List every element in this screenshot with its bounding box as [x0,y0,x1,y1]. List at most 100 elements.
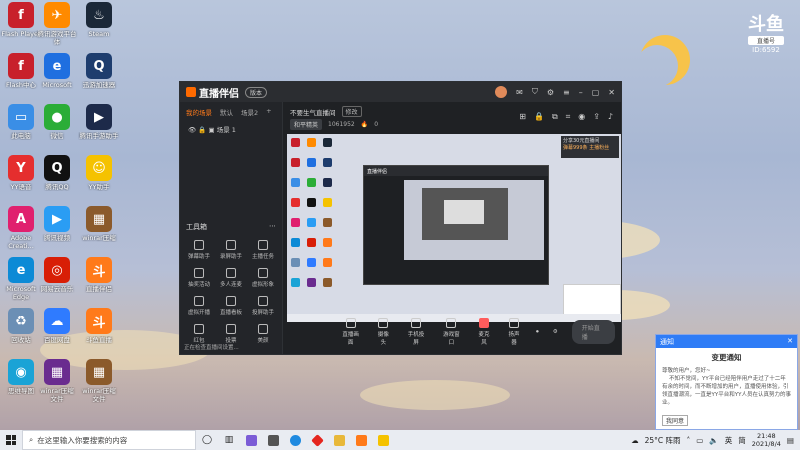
clock[interactable]: 21:48 2021/8/4 [752,432,781,448]
ime-language[interactable]: 英 [725,435,733,446]
tool-item[interactable]: 投屏助手 [247,296,279,316]
tab-scene-1[interactable]: 默认 [220,107,233,117]
version-badge[interactable]: 版本 [245,86,268,98]
lock-icon[interactable]: 🔒 [534,112,544,122]
desktop-icon[interactable]: ☁ 百度网盘 [36,308,78,344]
app-icon: ▦ [86,359,112,385]
source-window-button[interactable]: 游戏窗口 [441,318,462,346]
notification-center-icon[interactable]: ▤ [787,436,794,445]
desktop-icon[interactable]: ● 微信 [36,104,78,140]
agree-button[interactable]: 我同意 [662,415,689,426]
tool-icon [258,296,268,306]
mic-button[interactable]: 麦克风 [476,318,492,346]
share-icon[interactable]: ⇪ [593,112,600,122]
mic-icon [478,318,489,328]
search-box[interactable]: ⌕ 在这里输入你要搜索的内容 [22,430,196,450]
desktop-icon[interactable]: 斗直播伴侣 [78,257,120,293]
tool-item[interactable]: 虚拟开播 [183,296,215,316]
desktop-icon[interactable]: e Microsoft [36,53,78,89]
tool-item[interactable]: 多人连麦 [215,268,247,288]
tool-item[interactable]: 虚拟形象 [247,268,279,288]
app-icon: e [8,257,34,283]
bell-icon[interactable]: ♪ [608,112,613,122]
desktop-icon[interactable]: ▦ winrar压缩 文件 [78,359,120,403]
shirt-icon[interactable]: ⛉ [532,87,538,97]
nested-app-window: 直播伴侣 [363,165,549,285]
avatar[interactable] [495,86,508,98]
desktop-icon[interactable]: Q 迅游加速器 [78,53,120,89]
source-phone-button[interactable]: 手机投屏 [405,318,426,346]
app-icon: ☁ [44,308,70,334]
eye-icon[interactable]: ◉ [578,112,585,122]
start-button[interactable] [0,430,22,450]
crop-icon[interactable]: ⌗ [566,112,571,122]
weather-text[interactable]: 25°C 阵雨 [645,435,681,446]
desktop-icon[interactable]: ☺ YY助手 [78,155,120,191]
taskbar-app-7[interactable] [372,430,394,450]
taskbar-app-5[interactable] [328,430,350,450]
tool-item[interactable]: 红包 [183,324,215,344]
edit-room-button[interactable]: 修改 [341,106,362,117]
desktop-icon[interactable]: Q 腾讯QQ [36,155,78,191]
minimize-icon[interactable]: – [579,88,583,97]
close-icon[interactable]: ✕ [787,337,793,346]
ime-mode[interactable]: 简 [738,435,746,446]
task-view-icon[interactable]: ▥ [218,430,240,450]
live-preview-canvas[interactable]: 分享30元直播间 弹幕999条 主播粉丝 直播伴侣 [287,134,621,322]
heat-count: 0 [374,121,379,128]
scene-item[interactable]: 👁 🔒 ▣ 场景 1 [180,122,282,136]
settings-icon[interactable]: ⚙ [553,329,558,335]
desktop-icon[interactable]: ▶ 腾讯视频 [36,206,78,242]
taskbar-app-6[interactable] [350,430,372,450]
record-icon[interactable]: ⏺ [536,329,539,336]
settings-icon[interactable]: ⚙ [547,88,554,97]
source-camera-button[interactable]: 摄像头 [375,318,391,346]
taskbar-app-3[interactable] [284,430,306,450]
tab-scene-0[interactable]: 我的场景 [186,107,212,117]
speaker-button[interactable]: 扬声器 [506,318,522,346]
category-badge[interactable]: 和平精英 [290,119,323,130]
tool-item[interactable]: 投票 [215,324,247,344]
taskbar-app-2[interactable] [262,430,284,450]
add-scene-icon[interactable]: + [266,107,271,117]
desktop-icon-label: 百度网盘 [44,336,70,344]
source-screen-label: 直播画面 [342,332,359,346]
network-icon[interactable]: ▭ [696,436,703,445]
desktop-icon-label: 腾讯手游助手 [79,132,119,140]
tool-item[interactable]: 录屏助手 [215,240,247,260]
desktop-icon[interactable]: ♨ Steam [78,2,120,38]
preview-desktop-icon [307,158,316,167]
tool-item[interactable]: 直播看板 [215,296,247,316]
app-icon: 斗 [86,308,112,334]
desktop-icon[interactable]: ▦ winrar压缩 [78,206,120,242]
menu-icon[interactable]: ≡ [563,88,570,97]
tool-label: 录屏助手 [219,254,242,260]
preview-desktop-icon [291,238,300,247]
tool-item[interactable]: 主播任务 [247,240,279,260]
desktop-icon[interactable]: ▶ 腾讯手游助手 [78,104,120,140]
close-icon[interactable]: ✕ [608,88,615,97]
desktop-icon[interactable]: ▦ winrar压缩 文件 [36,359,78,403]
tool-item[interactable]: 美颜 [247,324,279,344]
start-live-button[interactable]: 开始直播 [571,320,615,344]
cortana-icon[interactable]: ◯ [196,430,218,450]
tool-item[interactable]: 抽奖活动 [183,268,215,288]
copy-icon[interactable]: ⧉ [552,112,558,122]
maximize-icon[interactable]: ▢ [592,88,600,97]
desktop-icon[interactable]: ◎ 网易云音乐 [36,257,78,293]
tool-item[interactable]: 弹幕助手 [183,240,215,260]
mail-icon[interactable]: ✉ [516,88,523,97]
source-screen-button[interactable]: 直播画面 [340,318,361,346]
chevron-up-icon[interactable]: ˄ [687,436,691,445]
taskbar-app-4[interactable] [306,430,328,450]
cloud [360,380,510,410]
tab-scene-2[interactable]: 场景2 [241,107,258,117]
desktop-icon[interactable]: ✈ 腾讯游戏平台 体 [36,2,78,46]
desktop-icon-label: winrar压缩 [82,234,116,242]
desktop-icon[interactable]: 斗斗鱼直播 [78,308,120,344]
monitor-icon [345,318,356,328]
layout-icon[interactable]: ⊞ [519,112,526,122]
more-icon[interactable]: ⋯ [269,222,276,232]
volume-icon[interactable]: 🔈 [709,436,718,445]
taskbar-app-1[interactable] [240,430,262,450]
